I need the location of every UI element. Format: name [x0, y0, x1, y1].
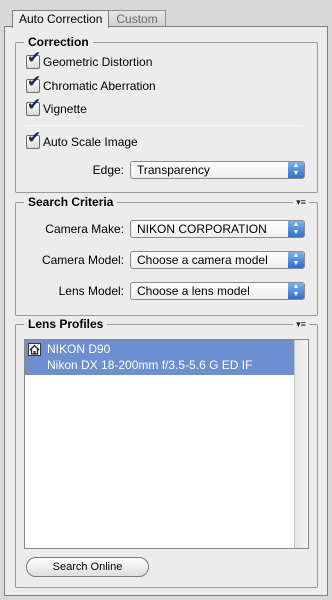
correction-group: Correction ✔ Geometric Distortion ✔ Chro…: [15, 35, 318, 193]
camera-make-value: NIKON CORPORATION: [137, 222, 267, 236]
chromatic-aberration-option[interactable]: ✔ Chromatic Aberration: [26, 74, 156, 94]
select-arrows-icon: ▲ ▼: [288, 162, 304, 178]
list-item[interactable]: NIKON D90 Nikon DX 18-200mm f/3.5-5.6 G …: [25, 340, 295, 375]
profile-lens-name: Nikon DX 18-200mm f/3.5-5.6 G ED IF: [47, 358, 253, 372]
lens-profiles-list[interactable]: NIKON D90 Nikon DX 18-200mm f/3.5-5.6 G …: [24, 339, 309, 549]
camera-make-select[interactable]: NIKON CORPORATION ▲ ▼: [130, 220, 305, 238]
lens-model-select[interactable]: Choose a lens model ▲ ▼: [130, 282, 305, 300]
geometric-distortion-checkbox[interactable]: ✔: [26, 50, 41, 69]
lens-model-value: Choose a lens model: [137, 284, 250, 298]
edge-select-value: Transparency: [137, 163, 210, 177]
correction-divider: [26, 125, 303, 126]
lens-profiles-group: Lens Profiles ▾≡ NIKON D90 Nikon DX 18-2…: [15, 317, 318, 588]
camera-model-label: Camera Model:: [41, 253, 124, 267]
checkmark-icon: ✔: [27, 128, 42, 148]
auto-scale-image-option[interactable]: ✔ Auto Scale Image: [26, 130, 138, 150]
auto-scale-image-label: Auto Scale Image: [43, 135, 138, 149]
select-arrows-icon: ▲ ▼: [288, 252, 304, 268]
camera-model-value: Choose a camera model: [137, 253, 268, 267]
list-scrollbar[interactable]: [294, 340, 308, 548]
select-arrows-icon: ▲ ▼: [288, 283, 304, 299]
tab-auto-correction[interactable]: Auto Correction: [12, 10, 110, 28]
auto-correction-panel: Correction ✔ Geometric Distortion ✔ Chro…: [4, 26, 328, 596]
search-criteria-legend: Search Criteria: [24, 195, 118, 209]
checkmark-icon: ✔: [27, 95, 42, 115]
vignette-label: Vignette: [43, 102, 87, 116]
checkmark-icon: ✔: [27, 48, 42, 68]
vignette-option[interactable]: ✔ Vignette: [26, 97, 87, 117]
camera-make-label: Camera Make:: [45, 222, 124, 236]
geometric-distortion-option[interactable]: ✔ Geometric Distortion: [26, 50, 153, 70]
profile-camera-name: NIKON D90: [47, 342, 111, 356]
select-arrows-icon: ▲ ▼: [288, 221, 304, 237]
correction-legend: Correction: [24, 35, 93, 49]
auto-scale-image-checkbox[interactable]: ✔: [26, 130, 41, 149]
chromatic-aberration-label: Chromatic Aberration: [43, 79, 156, 93]
checkmark-icon: ✔: [27, 72, 42, 92]
chromatic-aberration-checkbox[interactable]: ✔: [26, 74, 41, 93]
vignette-checkbox[interactable]: ✔: [26, 97, 41, 116]
camera-model-select[interactable]: Choose a camera model ▲ ▼: [130, 251, 305, 269]
lens-model-label: Lens Model:: [58, 284, 124, 298]
panel-menu-icon[interactable]: ▾≡: [293, 196, 309, 208]
home-icon: [28, 343, 41, 356]
search-online-button[interactable]: Search Online: [26, 557, 149, 577]
search-criteria-group: Search Criteria ▾≡ Camera Make: NIKON CO…: [15, 195, 318, 316]
edge-label: Edge:: [92, 163, 124, 177]
tab-bar: Auto Correction Custom: [12, 9, 166, 28]
edge-select[interactable]: Transparency ▲ ▼: [130, 161, 305, 179]
lens-profiles-legend: Lens Profiles: [24, 317, 108, 331]
geometric-distortion-label: Geometric Distortion: [43, 55, 153, 69]
panel-menu-icon[interactable]: ▾≡: [293, 318, 309, 330]
tab-custom[interactable]: Custom: [109, 10, 166, 27]
